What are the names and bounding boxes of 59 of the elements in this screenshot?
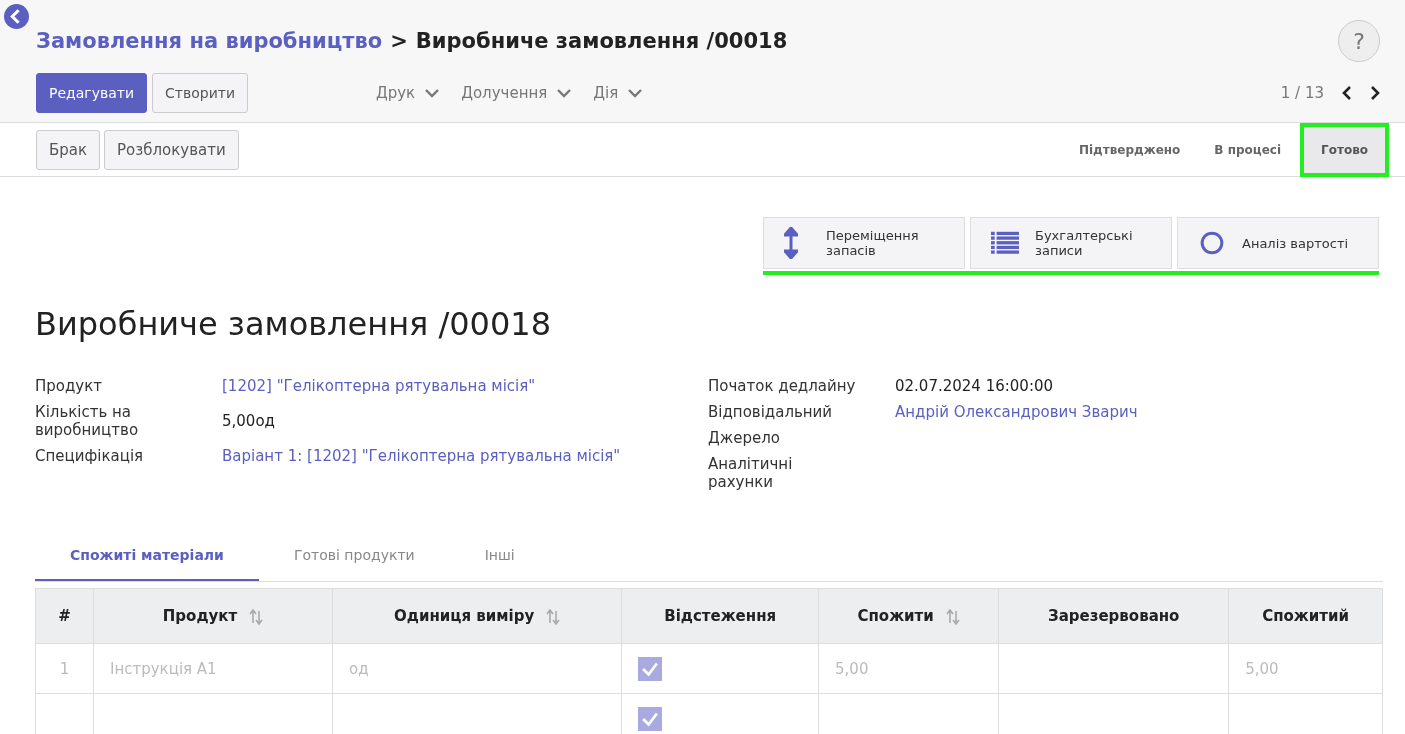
column-header[interactable]: Одиниця виміру (332, 588, 622, 644)
field-label: Джерело (708, 429, 781, 447)
tab[interactable]: Спожиті матеріали (35, 539, 259, 581)
table-cell: 5,00 (1245, 659, 1279, 678)
field-value: 02.07.2024 16:00:00 (895, 377, 1055, 395)
sort-icon (546, 608, 561, 625)
back-icon[interactable] (4, 4, 29, 29)
create-button[interactable]: Створити (152, 73, 249, 113)
sort-icon (249, 608, 264, 625)
status-step[interactable]: В процесі (1197, 126, 1299, 173)
next-icon[interactable] (1370, 86, 1380, 100)
previous-icon[interactable] (1342, 86, 1352, 100)
dropdown-menu[interactable]: Дія (593, 84, 643, 102)
action-button[interactable]: Розблокувати (104, 129, 239, 170)
chevron-down-icon (425, 88, 440, 98)
dropdown-menu[interactable]: Долучення (461, 84, 572, 102)
breadcrumb-current: Виробниче замовлення /00018 (415, 29, 788, 53)
smart-button[interactable]: Переміщення запасів (763, 217, 965, 269)
column-header[interactable]: Продукт (93, 588, 333, 644)
smart-button[interactable]: Аналіз вартості (1177, 217, 1379, 269)
breadcrumb-link[interactable]: Замовлення на виробництво (36, 29, 383, 53)
table-cell: 5,00 (835, 659, 869, 678)
column-header[interactable]: # (35, 588, 94, 644)
tab[interactable]: Готові продукти (258, 539, 450, 581)
row-number: 1 (59, 659, 70, 678)
help-button[interactable]: ? (1338, 20, 1380, 62)
column-header[interactable]: Зарезервовано (998, 588, 1229, 644)
field-link[interactable]: Андрій Олександрович Зварич (895, 403, 1138, 421)
field-label: Початок дедлайну (708, 377, 856, 395)
tab[interactable]: Інші (449, 539, 550, 581)
action-button[interactable]: Брак (36, 129, 101, 170)
column-header[interactable]: Відстеження (621, 588, 819, 644)
smart-button[interactable]: Бухгалтерські записи (970, 217, 1172, 269)
chevron-down-icon (557, 88, 572, 98)
table-cell: Інструкція А1 (110, 659, 217, 678)
field-label: Специфікація (35, 447, 145, 465)
record-title: Виробниче замовлення /00018 (35, 305, 553, 343)
dropdown-menu[interactable]: Друк (376, 84, 440, 102)
status-step[interactable]: Підтверджено (1061, 126, 1198, 173)
chevron-down-icon (628, 88, 643, 98)
list-icon (991, 231, 1019, 255)
sort-icon (945, 608, 960, 625)
field-link[interactable]: Варіант 1: [1202] "Гелікоптерна рятувальна місія" (222, 447, 708, 465)
field-label: Відповідальний (708, 403, 834, 421)
column-header[interactable]: Спожити (818, 588, 999, 644)
field-label: Кількість на виробництво (35, 403, 140, 439)
field-link[interactable]: [1202] "Гелікоптерна рятувальна місія" (222, 377, 708, 395)
field-value: 5,00од (222, 412, 276, 430)
edit-button[interactable]: Редагувати (36, 73, 148, 113)
field-label: Аналітичні рахунки (708, 455, 794, 491)
breadcrumb-separator: > (390, 29, 408, 53)
circle-icon (1198, 231, 1226, 255)
checkbox[interactable] (638, 706, 663, 731)
table-cell: од (348, 659, 369, 678)
up-down-arrow-icon (784, 227, 798, 259)
pager-count: 1 / 13 (1280, 84, 1324, 102)
column-header[interactable]: Спожитий (1228, 588, 1383, 644)
field-label: Продукт (35, 377, 104, 395)
checkbox[interactable] (638, 656, 663, 681)
